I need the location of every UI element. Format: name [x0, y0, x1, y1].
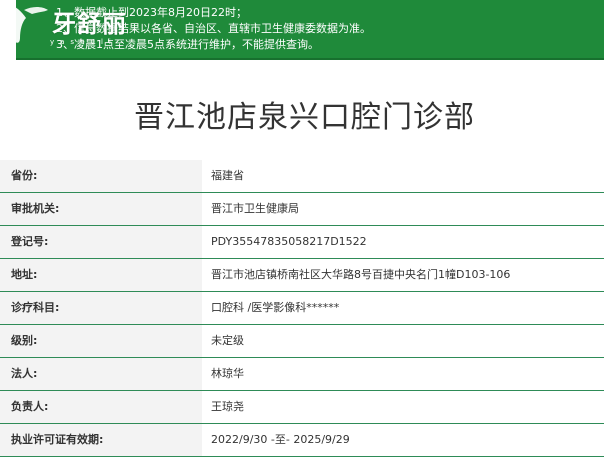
notice-banner: 1、数据截止到2023年8月20日22时； 2、信息数据结果以各省、自治区、直辖…: [16, 0, 604, 60]
info-value: 福建省: [202, 160, 604, 192]
info-label: 审批机关:: [0, 193, 202, 225]
info-value: 口腔科 /医学影像科******: [202, 292, 604, 324]
info-row-legal-person: 法人: 林琼华: [0, 358, 604, 391]
info-row-license-validity: 执业许可证有效期: 2022/9/30 -至- 2025/9/29: [0, 424, 604, 457]
notice-line-1: 1、数据截止到2023年8月20日22时；: [56, 6, 247, 19]
info-label: 执业许可证有效期:: [0, 424, 202, 456]
info-value: 2022/9/30 -至- 2025/9/29: [202, 424, 604, 456]
info-row-departments: 诊疗科目: 口腔科 /医学影像科******: [0, 292, 604, 325]
notice-line-2: 2、信息数据结果以各省、自治区、直辖市卫生健康委数据为准。: [56, 22, 371, 35]
info-label: 级别:: [0, 325, 202, 357]
notice-line-3: 3、凌晨1点至凌晨5点系统进行维护，不能提供查询。: [56, 38, 319, 51]
page: 1、数据截止到2023年8月20日22时； 2、信息数据结果以各省、自治区、直辖…: [0, 0, 609, 458]
info-label: 诊疗科目:: [0, 292, 202, 324]
info-value: 晋江市池店镇桥南社区大华路8号百捷中央名门1幢D103-106: [202, 259, 604, 291]
info-value: PDY35547835058217D1522: [202, 226, 604, 258]
info-row-province: 省份: 福建省: [0, 160, 604, 193]
info-value: 晋江市卫生健康局: [202, 193, 604, 225]
info-row-level: 级别: 未定级: [0, 325, 604, 358]
info-label: 省份:: [0, 160, 202, 192]
info-value: 林琼华: [202, 358, 604, 390]
info-label: 法人:: [0, 358, 202, 390]
info-row-address: 地址: 晋江市池店镇桥南社区大华路8号百捷中央名门1幢D103-106: [0, 259, 604, 292]
info-row-approval-authority: 审批机关: 晋江市卫生健康局: [0, 193, 604, 226]
info-label: 地址:: [0, 259, 202, 291]
info-label: 登记号:: [0, 226, 202, 258]
info-row-registration-number: 登记号: PDY35547835058217D1522: [0, 226, 604, 259]
info-label: 负责人:: [0, 391, 202, 423]
info-value: 未定级: [202, 325, 604, 357]
page-title: 晋江池店泉兴口腔门诊部: [134, 100, 475, 135]
info-value: 王琼尧: [202, 391, 604, 423]
info-table: 省份: 福建省 审批机关: 晋江市卫生健康局 登记号: PDY355478350…: [0, 160, 604, 457]
info-row-person-in-charge: 负责人: 王琼尧: [0, 391, 604, 424]
